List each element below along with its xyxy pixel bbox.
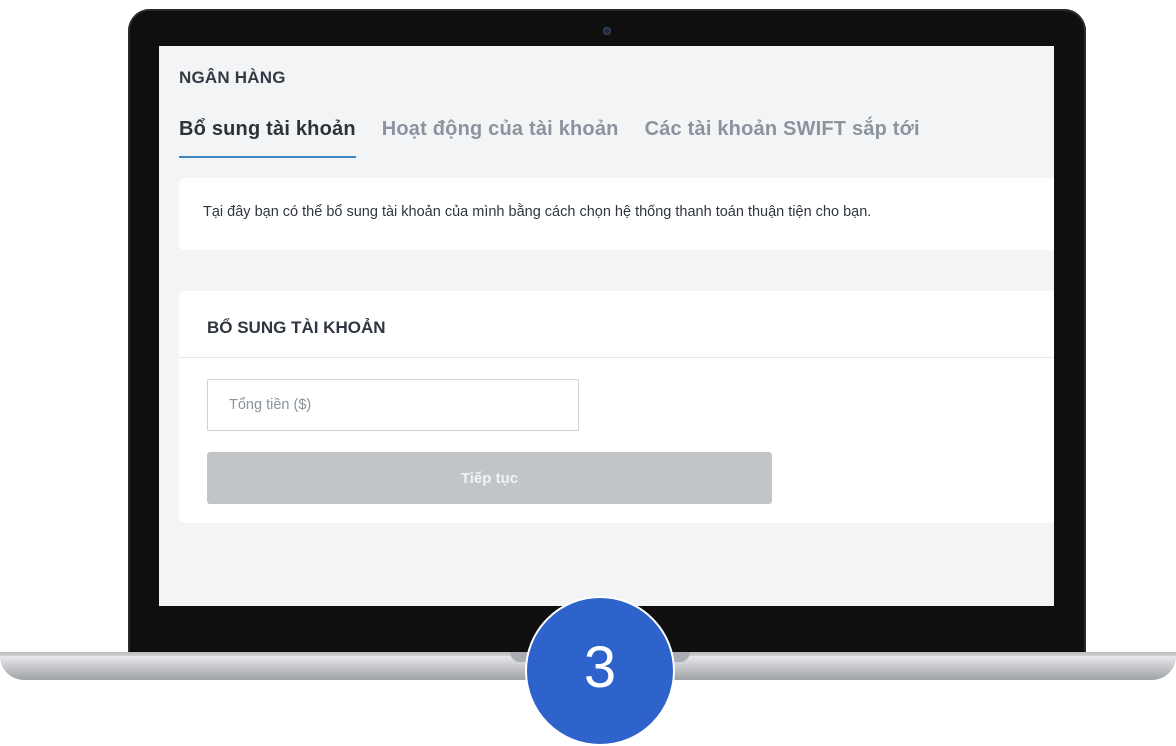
step-number: 3 xyxy=(583,635,617,700)
divider xyxy=(179,357,1054,358)
tab-upcoming-swift-accounts[interactable]: Các tài khoản SWIFT sắp tới xyxy=(645,118,920,158)
tab-top-up-account[interactable]: Bổ sung tài khoản xyxy=(179,118,356,158)
continue-button[interactable]: Tiếp tục xyxy=(207,452,772,504)
tab-account-activity[interactable]: Hoạt động của tài khoản xyxy=(382,118,619,158)
laptop-screen: NGÂN HÀNG Bổ sung tài khoản Hoạt động củ… xyxy=(159,46,1054,606)
info-text: Tại đây bạn có thể bổ sung tài khoản của… xyxy=(203,204,872,220)
tab-bar: Bổ sung tài khoản Hoạt động của tài khoả… xyxy=(179,118,920,158)
info-card: Tại đây bạn có thể bổ sung tài khoản của… xyxy=(179,178,1054,250)
amount-input[interactable] xyxy=(207,379,579,431)
form-title: BỔ SUNG TÀI KHOẢN xyxy=(207,318,386,337)
step-badge: 3 xyxy=(525,596,675,746)
camera-icon xyxy=(603,27,611,35)
top-up-form-card: BỔ SUNG TÀI KHOẢN Tiếp tục xyxy=(179,291,1054,523)
page-title: NGÂN HÀNG xyxy=(179,68,286,87)
